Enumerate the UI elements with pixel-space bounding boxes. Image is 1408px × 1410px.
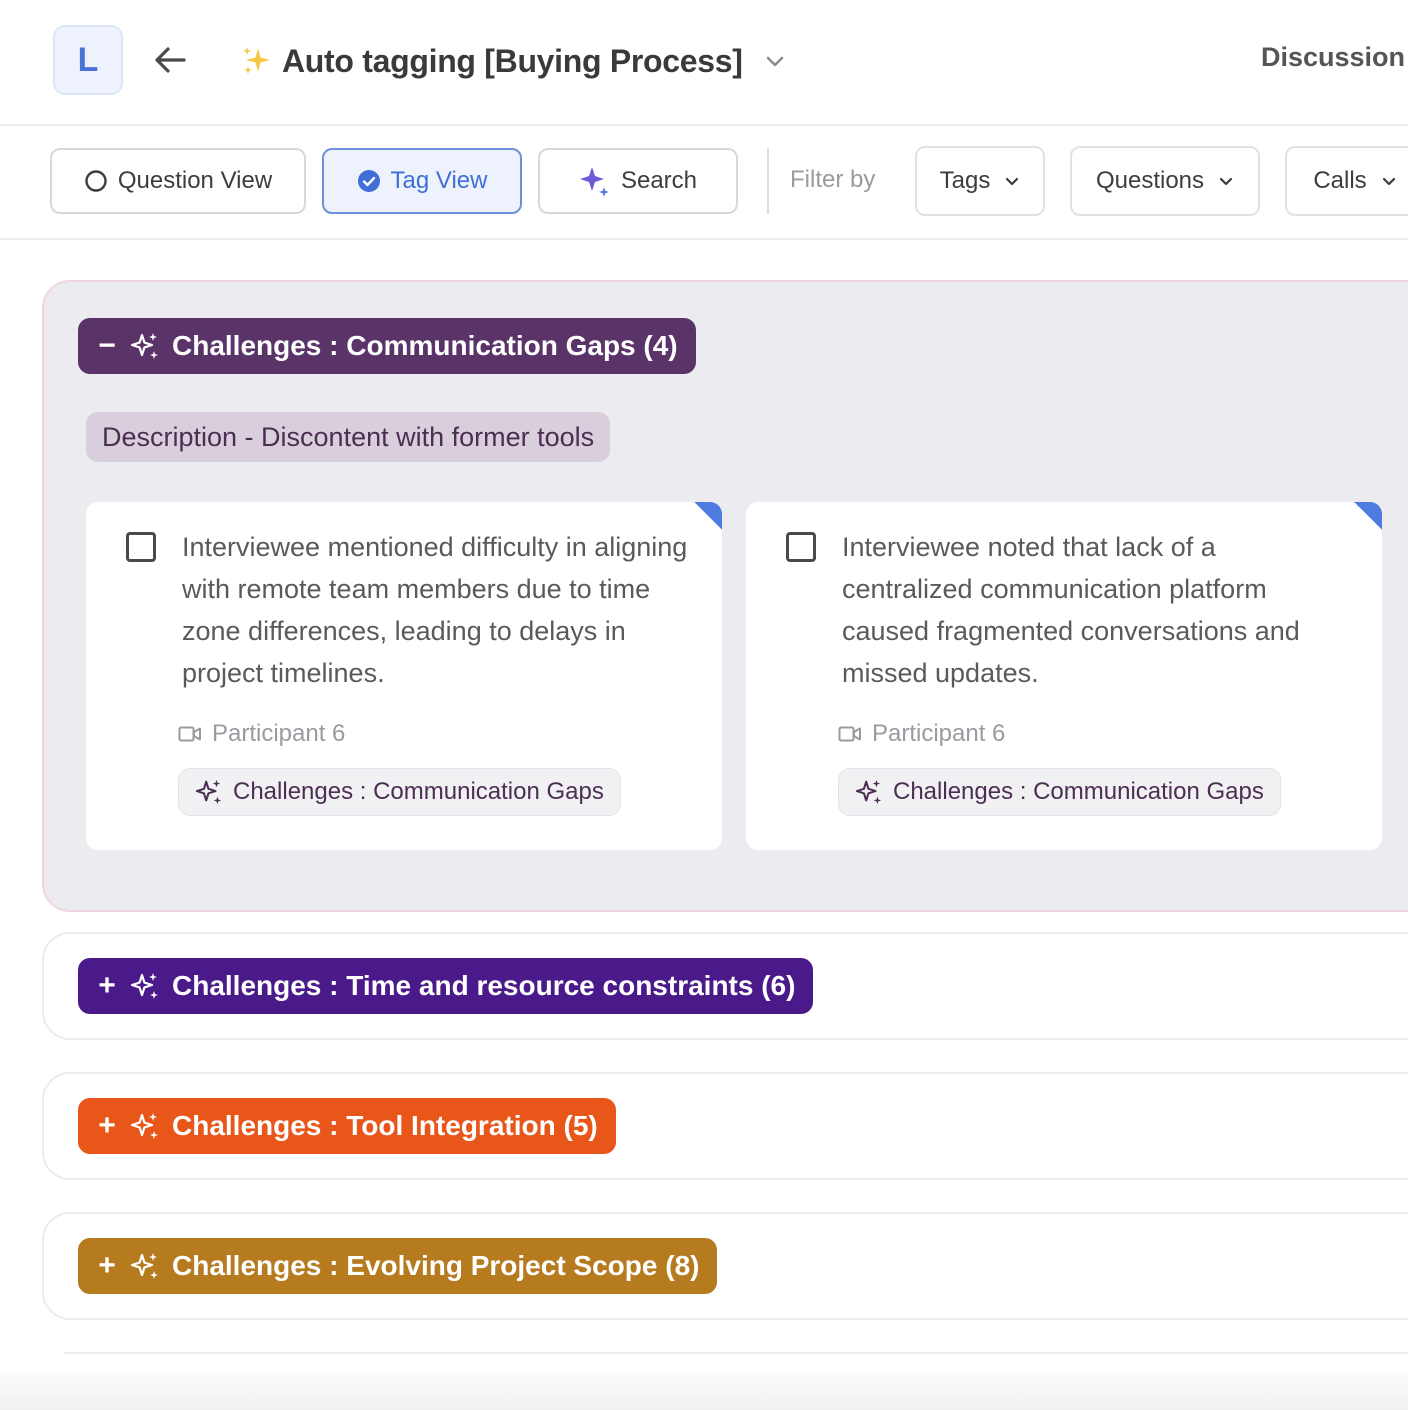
chevron-down-icon <box>1006 177 1019 186</box>
card-checkbox[interactable] <box>786 532 816 562</box>
participant-name: Participant 6 <box>872 720 1006 747</box>
tag-group-label: Challenges : Evolving Project Scope (8) <box>172 1250 700 1281</box>
tag-group-time-resource: + Challenges : Time and resource constra… <box>42 932 1408 1040</box>
insight-card[interactable]: Interviewee noted that lack of a central… <box>746 502 1382 850</box>
expand-toggle: + <box>98 1249 116 1282</box>
radio-empty-icon <box>85 170 107 192</box>
tag-group-evolving-scope: + Challenges : Evolving Project Scope (8… <box>42 1212 1408 1320</box>
filter-questions-dropdown[interactable]: Questions <box>1070 146 1260 216</box>
question-view-button[interactable]: Question View <box>50 148 306 214</box>
list-divider <box>64 1352 1408 1354</box>
card-corner-marker <box>1354 502 1382 530</box>
insight-card[interactable]: Interviewee mentioned difficulty in alig… <box>86 502 722 850</box>
discussion-tab[interactable]: Discussion <box>1261 42 1405 73</box>
top-bar: L Auto tagging [Buying Process] Discussi… <box>0 0 1408 126</box>
expand-toggle: + <box>98 1109 116 1142</box>
ai-sparkle-icon <box>130 1113 158 1139</box>
search-label: Search <box>620 167 698 194</box>
question-view-label: Question View <box>117 167 273 194</box>
tag-group-header[interactable]: + Challenges : Time and resource constra… <box>78 958 814 1014</box>
scroll-fade <box>0 1366 1408 1410</box>
participant-name: Participant 6 <box>212 720 346 747</box>
sparkles-icon <box>243 47 270 74</box>
chevron-down-icon <box>1219 177 1233 186</box>
filter-calls-dropdown[interactable]: Calls <box>1285 146 1408 216</box>
insight-text: Interviewee noted that lack of a central… <box>842 532 1300 688</box>
expand-toggle: + <box>98 969 116 1002</box>
tag-view-label: Tag View <box>390 167 488 194</box>
collapse-toggle: − <box>98 329 116 362</box>
card-corner-marker <box>694 502 722 530</box>
tag-group-header[interactable]: − Challenges : Communication Gaps (4) <box>78 318 696 374</box>
ai-sparkle-icon <box>130 1253 158 1279</box>
card-tag-label: Challenges : Communication Gaps <box>233 778 604 805</box>
participant-info[interactable]: Participant 6 <box>178 720 345 748</box>
chevron-down-icon[interactable] <box>763 49 787 73</box>
filter-by-label: Filter by <box>790 166 876 193</box>
filter-questions-label: Questions <box>1095 167 1205 194</box>
filter-tags-dropdown[interactable]: Tags <box>915 146 1045 216</box>
filter-calls-label: Calls <box>1313 167 1367 194</box>
check-circle-icon <box>357 170 380 192</box>
title-area[interactable]: Auto tagging [Buying Process] <box>240 38 787 84</box>
tag-group-tool-integration: + Challenges : Tool Integration (5) <box>42 1072 1408 1180</box>
view-toolbar: Question View Tag View Search Filter by … <box>0 126 1408 240</box>
tag-group-label: Challenges : Time and resource constrain… <box>172 970 796 1001</box>
card-checkbox[interactable] <box>126 532 156 562</box>
insight-text: Interviewee mentioned difficulty in alig… <box>182 532 688 688</box>
video-camera-icon <box>178 726 201 742</box>
ai-sparkle-icon <box>195 779 222 805</box>
page-title: Auto tagging [Buying Process] <box>282 42 743 79</box>
ai-sparkle-icon <box>579 167 609 197</box>
search-button[interactable]: Search <box>538 148 738 214</box>
participant-info[interactable]: Participant 6 <box>838 720 1005 748</box>
arrow-left-icon <box>155 47 186 73</box>
tag-group-communication-gaps: − Challenges : Communication Gaps (4) De… <box>42 280 1408 912</box>
workspace-avatar[interactable]: L <box>53 25 123 95</box>
tag-group-header[interactable]: + Challenges : Tool Integration (5) <box>78 1098 616 1154</box>
card-tag-label: Challenges : Communication Gaps <box>893 778 1264 805</box>
tag-group-label: Challenges : Tool Integration (5) <box>172 1110 598 1141</box>
tag-group-header[interactable]: + Challenges : Evolving Project Scope (8… <box>78 1238 718 1294</box>
ai-sparkle-icon <box>130 973 158 999</box>
tag-view-button[interactable]: Tag View <box>322 148 522 214</box>
tag-group-label: Challenges : Communication Gaps (4) <box>172 330 678 361</box>
back-button[interactable] <box>148 40 192 80</box>
ai-sparkle-icon <box>855 779 882 805</box>
toolbar-divider <box>767 148 769 214</box>
ai-sparkle-icon <box>130 333 158 359</box>
tag-description: Description - Discontent with former too… <box>86 412 611 462</box>
card-tag-chip[interactable]: Challenges : Communication Gaps <box>178 768 621 816</box>
video-camera-icon <box>838 726 861 742</box>
chevron-down-icon <box>1382 177 1395 186</box>
filter-tags-label: Tags <box>939 167 991 194</box>
card-tag-chip[interactable]: Challenges : Communication Gaps <box>838 768 1281 816</box>
